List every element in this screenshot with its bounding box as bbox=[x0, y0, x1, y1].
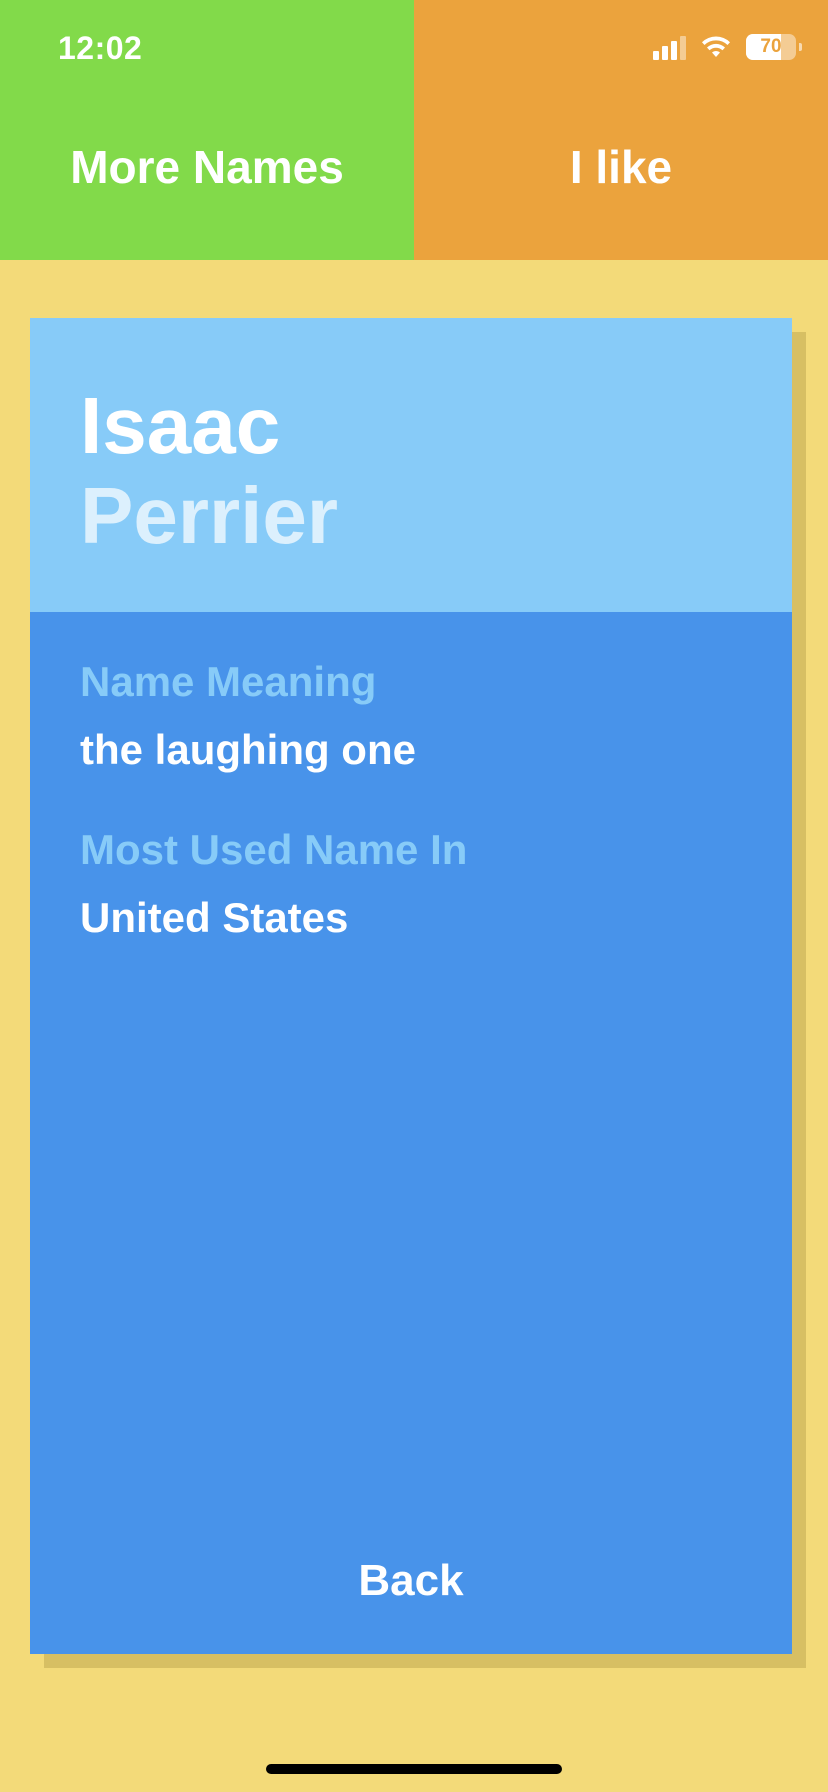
battery-icon: 70 bbox=[746, 34, 802, 60]
i-like-button[interactable]: I like bbox=[414, 140, 828, 194]
battery-level: 70 bbox=[760, 36, 782, 57]
cellular-signal-icon bbox=[653, 34, 686, 60]
card-header: Isaac Perrier bbox=[30, 318, 792, 612]
status-time: 12:02 bbox=[58, 30, 143, 66]
name-card: Isaac Perrier Name Meaning the laughing … bbox=[30, 318, 792, 1654]
most-used-value: United States bbox=[80, 894, 349, 941]
first-name: Isaac bbox=[80, 381, 281, 470]
back-button[interactable]: Back bbox=[30, 1556, 792, 1606]
name-meaning-label: Name Meaning bbox=[80, 658, 377, 705]
most-used-label: Most Used Name In bbox=[80, 826, 468, 873]
more-names-button[interactable]: More Names bbox=[0, 140, 414, 194]
home-indicator[interactable] bbox=[266, 1764, 562, 1774]
status-icons: 70 bbox=[653, 34, 802, 60]
name-meaning-value: the laughing one bbox=[80, 726, 416, 773]
last-name: Perrier bbox=[80, 471, 338, 560]
wifi-icon bbox=[702, 36, 730, 57]
